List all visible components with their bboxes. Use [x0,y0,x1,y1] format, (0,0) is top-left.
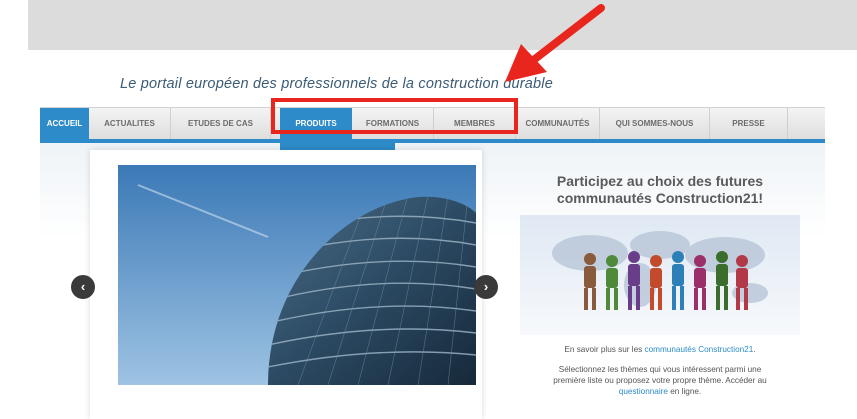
top-banner [28,0,857,50]
promo-title-line-1: Participez au choix des futures [556,173,764,189]
nav-item-accueil[interactable]: ACCUEIL [40,108,89,140]
site-tagline: Le portail européen des professionnels d… [120,76,553,92]
nav-item-qui-sommes-nous[interactable]: QUI SOMMES-NOUS [600,108,710,140]
slider-next-button[interactable]: › [474,275,498,299]
nav-item-actualites[interactable]: ACTUALITES [89,108,171,140]
annotation-arrow-icon [505,4,605,82]
promo-text-line-2: première liste ou proposez votre propre … [553,376,767,385]
promo-text-questionnaire: Sélectionnez les thèmes qui vous intéres… [520,364,800,397]
promo-image-people-world-map [520,215,800,335]
nav-item-etudes-de-cas[interactable]: ETUDES DE CAS [171,108,271,140]
promo-text-line-3-suffix: en ligne. [667,387,702,396]
slider-prev-button[interactable]: ‹ [71,275,95,299]
link-questionnaire[interactable]: questionnaire [619,387,668,396]
link-communautes-construction21[interactable]: communautés Construction21 [645,345,754,354]
promo-title: Participez au choix des futures communau… [520,173,800,207]
promo-text-prefix: En savoir plus sur les [564,345,645,354]
promo-text-line-1: Sélectionnez les thèmes qui vous intéres… [558,365,762,374]
nav-item-presse[interactable]: PRESSE [710,108,788,140]
slide-image-building [118,165,476,385]
promo-title-line-2: communautés Construction21! [556,190,764,206]
nav-item-communautes[interactable]: COMMUNAUTÉS [516,108,600,140]
annotation-highlight-box [271,98,518,134]
promo-text-suffix: . [753,345,756,354]
promo-text-more-info: En savoir plus sur les communautés Const… [520,344,800,355]
